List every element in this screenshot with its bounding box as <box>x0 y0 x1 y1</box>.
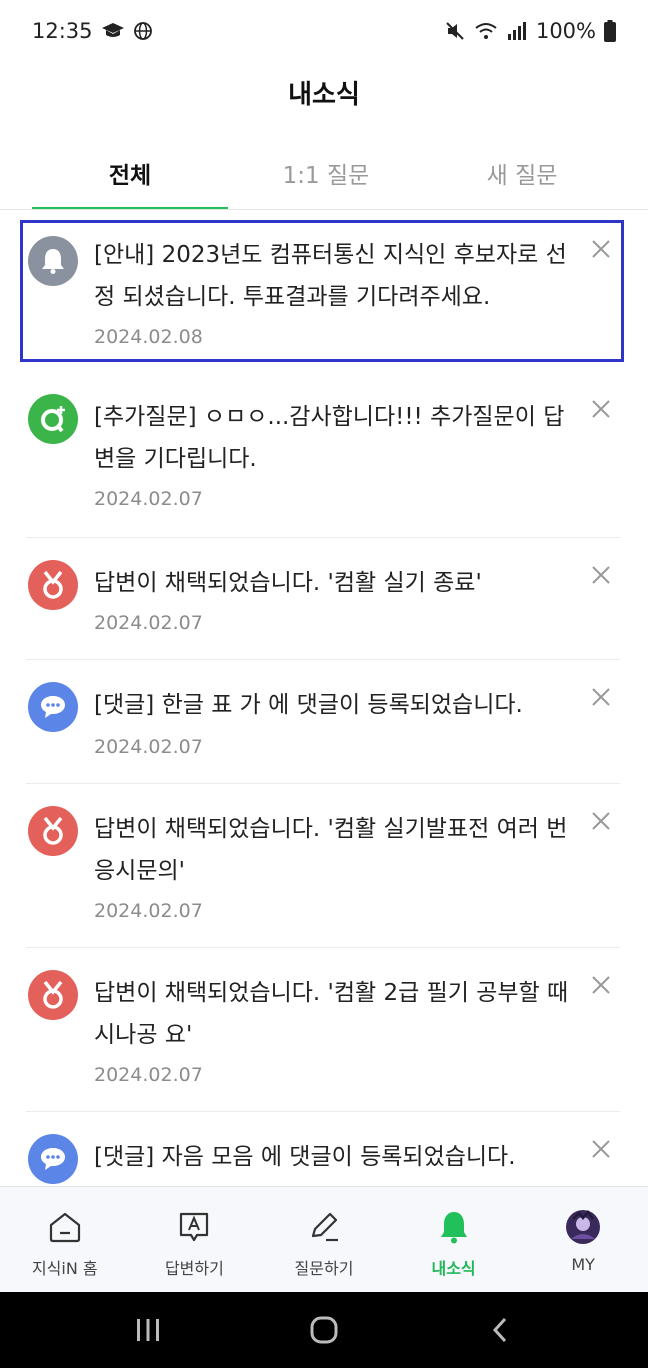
tab-one-to-one-questions[interactable]: 1:1 질문 <box>228 150 424 210</box>
close-icon[interactable] <box>588 684 614 710</box>
notification-date: 2024.02.07 <box>94 736 203 758</box>
notification-item[interactable]: 답변이 채택되었습니다. '컴활 실기 종료' 2024.02.07 <box>26 538 620 660</box>
nav-label: MY <box>571 1255 595 1274</box>
bottom-nav: 지식iN 홈 답변하기 질문하기 내소식 MY <box>0 1186 648 1292</box>
answer-icon <box>174 1207 214 1247</box>
notification-item[interactable]: [안내] 2023년도 컴퓨터통신 지식인 후보자로 선정 되셨습니다. 투표결… <box>20 220 624 362</box>
notification-text: 답변이 채택되었습니다. '컴활 실기발표전 여러 번 응시문의' <box>94 816 568 884</box>
nav-home[interactable]: 지식iN 홈 <box>0 1187 130 1292</box>
notification-text: 답변이 채택되었습니다. '컴활 2급 필기 공부할 때 시나공 요' <box>94 980 569 1048</box>
tab-all[interactable]: 전체 <box>32 150 228 210</box>
close-icon[interactable] <box>588 808 614 834</box>
notification-text: [댓글] 자음 모음 에 댓글이 등록되었습니다. <box>94 1144 516 1170</box>
page-title: 내소식 <box>288 80 360 110</box>
tab-bar: 전체 1:1 질문 새 질문 <box>32 150 620 210</box>
notification-date: 2024.02.07 <box>94 1064 203 1086</box>
signal-icon <box>506 21 528 41</box>
medal-icon <box>28 970 78 1020</box>
notification-date: 2024.02.07 <box>94 900 203 922</box>
battery-icon <box>604 20 616 42</box>
nav-label: 질문하기 <box>294 1259 354 1278</box>
notification-item[interactable]: [추가질문] ㅇㅁㅇ...감사합니다!!! 추가질문이 답변을 기다립니다. 2… <box>26 374 620 538</box>
graduation-cap-icon <box>101 22 125 40</box>
nav-label: 답변하기 <box>164 1259 224 1278</box>
notification-list[interactable]: [안내] 2023년도 컴퓨터통신 지식인 후보자로 선정 되셨습니다. 투표결… <box>0 210 648 1186</box>
speech-bubble-icon <box>28 1134 78 1184</box>
home-icon <box>45 1207 85 1247</box>
notification-item[interactable]: 답변이 채택되었습니다. '컴활 실기발표전 여러 번 응시문의' 2024.0… <box>26 784 620 948</box>
close-icon[interactable] <box>588 236 614 262</box>
tab-new-questions[interactable]: 새 질문 <box>424 150 620 210</box>
close-icon[interactable] <box>588 562 614 588</box>
system-nav-bar <box>0 1292 648 1368</box>
close-icon[interactable] <box>588 1136 614 1162</box>
notification-date: 2024.02.08 <box>94 326 203 348</box>
home-button-icon[interactable] <box>294 1300 354 1360</box>
notification-text: [댓글] 한글 표 가 에 댓글이 등록되었습니다. <box>94 692 523 718</box>
notification-date: 2024.02.07 <box>94 488 203 510</box>
wifi-icon <box>474 21 498 41</box>
notification-text: 답변이 채택되었습니다. '컴활 실기 종료' <box>94 570 482 596</box>
bell-icon <box>434 1207 474 1247</box>
close-icon[interactable] <box>588 972 614 998</box>
recent-apps-icon[interactable] <box>118 1300 178 1360</box>
status-bar: 12:35 100% <box>0 0 648 62</box>
mute-icon <box>444 20 466 42</box>
q-plus-icon <box>28 394 78 444</box>
medal-icon <box>28 560 78 610</box>
battery-percentage: 100% <box>535 19 596 43</box>
nav-ask[interactable]: 질문하기 <box>259 1187 389 1292</box>
pencil-icon <box>304 1207 344 1247</box>
notification-text: [안내] 2023년도 컴퓨터통신 지식인 후보자로 선정 되셨습니다. 투표결… <box>94 242 567 310</box>
medal-icon <box>28 806 78 856</box>
globe-icon <box>133 21 153 41</box>
notification-text: [추가질문] ㅇㅁㅇ...감사합니다!!! 추가질문이 답변을 기다립니다. <box>94 404 565 472</box>
bell-icon <box>28 236 78 286</box>
notification-item[interactable]: [댓글] 한글 표 가 에 댓글이 등록되었습니다. 2024.02.07 <box>26 660 620 784</box>
status-time: 12:35 <box>32 19 93 43</box>
speech-bubble-icon <box>28 682 78 732</box>
notification-item[interactable]: [댓글] 자음 모음 에 댓글이 등록되었습니다. <box>26 1112 620 1186</box>
notification-item[interactable]: 답변이 채택되었습니다. '컴활 2급 필기 공부할 때 시나공 요' 2024… <box>26 948 620 1112</box>
notification-date: 2024.02.07 <box>94 612 203 634</box>
nav-my-news[interactable]: 내소식 <box>389 1187 519 1292</box>
nav-label: 내소식 <box>431 1259 476 1278</box>
nav-label: 지식iN 홈 <box>31 1259 98 1278</box>
nav-my[interactable]: MY <box>518 1187 648 1292</box>
nav-answer[interactable]: 답변하기 <box>130 1187 260 1292</box>
back-icon[interactable] <box>470 1300 530 1360</box>
close-icon[interactable] <box>588 396 614 422</box>
profile-avatar-icon <box>563 1207 603 1247</box>
